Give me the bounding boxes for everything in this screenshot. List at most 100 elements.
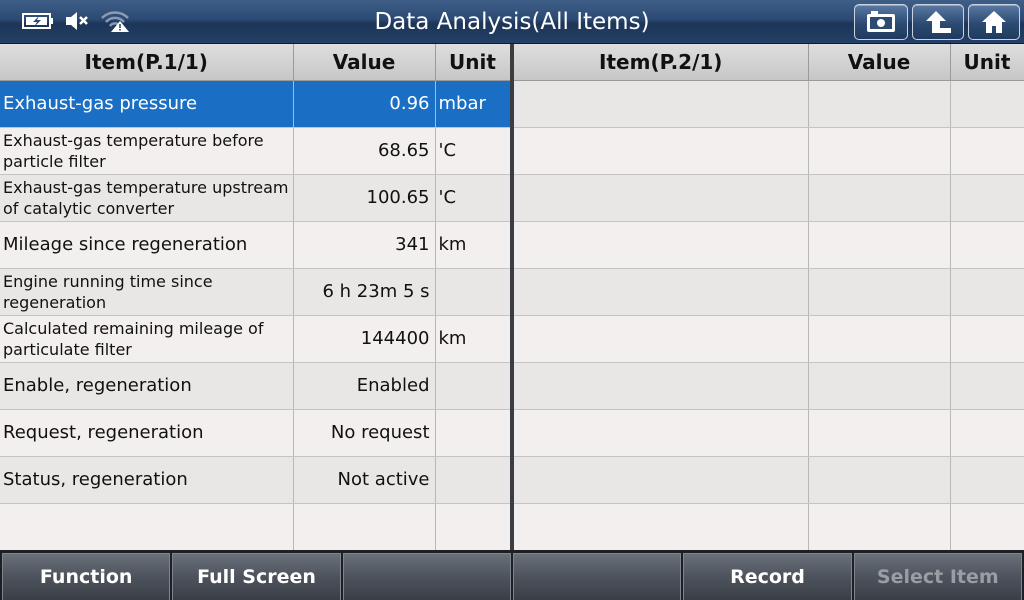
row-item: Exhaust-gas temperature upstream of cata… xyxy=(0,174,294,222)
row-value: 68.65 xyxy=(293,127,436,175)
row-unit xyxy=(950,80,1024,128)
data-panel-page-1: Item(P.1/1) Value Unit Exhaust-gas press… xyxy=(0,44,511,551)
row-item xyxy=(514,221,809,269)
row-item: Enable, regeneration xyxy=(0,362,294,410)
table-row xyxy=(514,80,1024,128)
table-row[interactable]: Request, regeneration No request xyxy=(0,409,511,457)
row-item xyxy=(514,362,809,410)
table-row xyxy=(514,315,1024,363)
row-unit xyxy=(950,127,1024,175)
row-value xyxy=(808,315,951,363)
row-item xyxy=(514,503,809,551)
function-button[interactable]: Function xyxy=(2,553,171,600)
data-panel-page-2: Item(P.2/1) Value Unit xyxy=(514,44,1024,551)
row-item: Exhaust-gas temperature before particle … xyxy=(0,127,294,175)
row-unit: km xyxy=(435,315,511,363)
table-row[interactable] xyxy=(0,503,511,551)
table-row[interactable]: Exhaust-gas temperature before particle … xyxy=(0,127,511,175)
row-value xyxy=(808,127,951,175)
table-row[interactable]: Exhaust-gas pressure 0.96 mbar xyxy=(0,80,511,128)
row-item xyxy=(0,503,294,551)
table-row xyxy=(514,503,1024,551)
row-value: 6 h 23m 5 s xyxy=(293,268,436,316)
record-button[interactable]: Record xyxy=(683,553,852,600)
table-row[interactable]: Status, regeneration Not active xyxy=(0,456,511,504)
row-value xyxy=(808,503,951,551)
home-button[interactable] xyxy=(968,4,1020,40)
row-value xyxy=(808,362,951,410)
table-row[interactable]: Calculated remaining mileage of particul… xyxy=(0,315,511,363)
table-row xyxy=(514,268,1024,316)
row-unit xyxy=(950,362,1024,410)
empty-toolbar-button-2[interactable] xyxy=(512,553,682,600)
row-item: Engine running time since regeneration xyxy=(0,268,294,316)
row-value: Not active xyxy=(293,456,436,504)
full-screen-button[interactable]: Full Screen xyxy=(172,553,341,600)
row-unit: km xyxy=(435,221,511,269)
row-unit xyxy=(435,362,511,410)
row-unit xyxy=(435,268,511,316)
row-item: Mileage since regeneration xyxy=(0,221,294,269)
row-value xyxy=(808,456,951,504)
table-row xyxy=(514,174,1024,222)
row-item: Exhaust-gas pressure xyxy=(0,80,294,128)
column-header-item[interactable]: Item(P.2/1) xyxy=(514,44,809,81)
bottom-toolbar: Function Full Screen Record Select Item xyxy=(0,550,1024,600)
column-header-unit[interactable]: Unit xyxy=(435,44,511,81)
row-unit xyxy=(950,315,1024,363)
column-header-value[interactable]: Value xyxy=(293,44,436,81)
row-value xyxy=(808,268,951,316)
home-icon xyxy=(982,11,1006,33)
row-item xyxy=(514,315,809,363)
row-unit xyxy=(950,268,1024,316)
table-row[interactable]: Enable, regeneration Enabled xyxy=(0,362,511,410)
table-row[interactable]: Engine running time since regeneration 6… xyxy=(0,268,511,316)
row-unit: 'C xyxy=(435,174,511,222)
screenshot-button[interactable] xyxy=(854,4,908,40)
row-unit xyxy=(950,409,1024,457)
table-row xyxy=(514,456,1024,504)
table-row xyxy=(514,409,1024,457)
row-unit xyxy=(435,409,511,457)
row-item xyxy=(514,409,809,457)
table-row[interactable]: Mileage since regeneration 341 km xyxy=(0,221,511,269)
column-header-item[interactable]: Item(P.1/1) xyxy=(0,44,294,81)
row-item: Calculated remaining mileage of particul… xyxy=(0,315,294,363)
table-row[interactable]: Exhaust-gas temperature upstream of cata… xyxy=(0,174,511,222)
column-header-unit[interactable]: Unit xyxy=(950,44,1024,81)
row-item xyxy=(514,127,809,175)
row-item xyxy=(514,174,809,222)
back-button[interactable] xyxy=(912,4,964,40)
row-unit xyxy=(950,503,1024,551)
row-unit xyxy=(435,503,511,551)
data-table-right: Item(P.2/1) Value Unit xyxy=(514,44,1024,551)
select-item-button[interactable]: Select Item xyxy=(853,553,1022,600)
row-value: 341 xyxy=(293,221,436,269)
row-value xyxy=(808,174,951,222)
row-unit xyxy=(950,221,1024,269)
row-value: 144400 xyxy=(293,315,436,363)
row-value xyxy=(808,221,951,269)
table-row xyxy=(514,221,1024,269)
row-unit xyxy=(435,456,511,504)
row-unit: mbar xyxy=(435,80,511,128)
column-header-value[interactable]: Value xyxy=(808,44,951,81)
row-item: Status, regeneration xyxy=(0,456,294,504)
title-bar: Data Analysis(All Items) xyxy=(0,0,1024,44)
row-unit xyxy=(950,456,1024,504)
row-value xyxy=(293,503,436,551)
row-item: Request, regeneration xyxy=(0,409,294,457)
row-value xyxy=(808,409,951,457)
row-item xyxy=(514,80,809,128)
row-value: Enabled xyxy=(293,362,436,410)
row-unit: 'C xyxy=(435,127,511,175)
empty-toolbar-button-1[interactable] xyxy=(342,553,511,600)
table-row xyxy=(514,362,1024,410)
row-value: 100.65 xyxy=(293,174,436,222)
table-row xyxy=(514,127,1024,175)
row-item xyxy=(514,456,809,504)
row-value: No request xyxy=(293,409,436,457)
row-unit xyxy=(950,174,1024,222)
data-table-left: Item(P.1/1) Value Unit Exhaust-gas press… xyxy=(0,44,511,551)
row-value xyxy=(808,80,951,128)
